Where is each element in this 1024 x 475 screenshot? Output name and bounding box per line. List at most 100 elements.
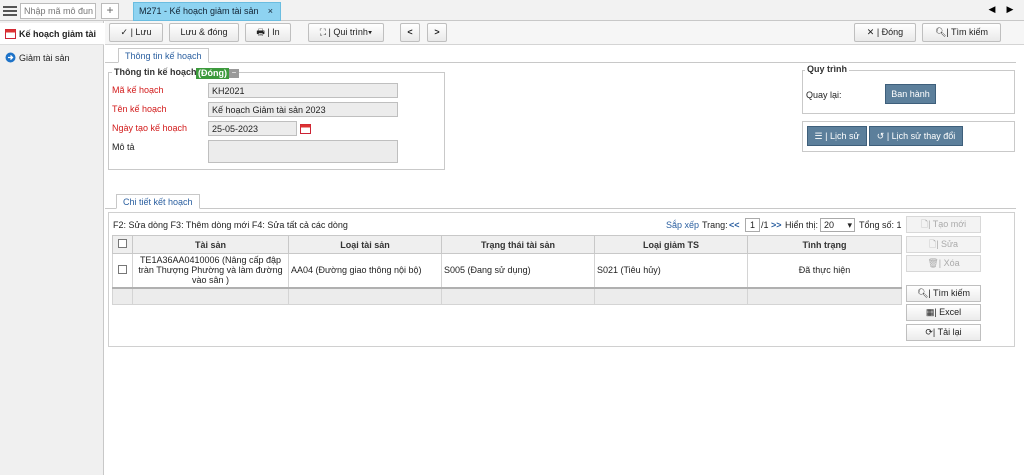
total-count: Tổng số: 1	[859, 220, 902, 230]
col-tinh-trang[interactable]: Tình trạng	[747, 235, 902, 254]
menu-icon[interactable]	[3, 4, 17, 17]
process-icon: ⛶	[319, 27, 327, 37]
select-all-cell	[112, 235, 133, 254]
excel-button[interactable]: ▦| Excel	[906, 304, 981, 321]
sidebar-item-label: Kế hoạch giảm tài	[19, 29, 97, 39]
grid-search-button[interactable]: 🔍︎| Tìm kiếm	[906, 285, 981, 302]
col-loai-giam[interactable]: Loại giảm TS	[594, 235, 748, 254]
sort-link[interactable]: Sắp xếp	[666, 220, 699, 230]
prev-tab-icon[interactable]: ◀	[986, 4, 998, 17]
tab-chi-tiet-ke-hoach[interactable]: Chi tiết kết hoạch	[116, 194, 200, 209]
sidebar-item-ke-hoach-giam-tai[interactable]: Kế hoạch giảm tài	[0, 23, 104, 45]
first-page-link[interactable]: <<	[729, 220, 740, 230]
page-label: Trang:	[702, 220, 728, 230]
sidebar: Kế hoạch giảm tài Giảm tài sản	[0, 21, 104, 475]
cell-loai-tai-san: AA04 (Đường giao thông nội bộ)	[288, 253, 442, 288]
reload-icon: ⟳	[925, 327, 933, 337]
save-close-button[interactable]: Lưu & đóng	[169, 23, 239, 42]
col-trang-thai[interactable]: Trạng thái tài sản	[441, 235, 595, 254]
forward-button[interactable]: >	[427, 23, 447, 42]
process-button[interactable]: ⛶ | Qui trình▾	[308, 23, 384, 42]
tab-divider	[105, 62, 1016, 63]
col-loai-tai-san[interactable]: Loại tài sản	[288, 235, 442, 254]
page-size-value: 20	[824, 220, 835, 230]
publish-button[interactable]: Ban hành	[885, 84, 936, 104]
tab-label: M271 - Kế hoạch giảm tài sản	[139, 6, 259, 16]
reload-label: | Tải lại	[932, 327, 962, 337]
tab-thong-tin-ke-hoach[interactable]: Thông tin kế hoạch	[118, 48, 209, 63]
row-select-cell	[112, 253, 133, 288]
reload-button[interactable]: ⟳| Tải lại	[906, 324, 981, 341]
mo-ta-label: Mô tả	[112, 142, 135, 152]
add-file-icon: 🗋	[920, 219, 929, 229]
filter-cell[interactable]	[288, 286, 442, 305]
page-size-label: Hiển thị:	[785, 220, 819, 230]
search-button[interactable]: 🔍︎| Tìm kiếm	[922, 23, 1001, 42]
filter-row	[112, 286, 902, 305]
close-button[interactable]: ✕ | Đóng	[854, 23, 916, 42]
history-button[interactable]: ☰ | Lịch sử	[807, 126, 867, 146]
ten-ke-hoach-label: Tên kế hoạch	[112, 104, 167, 114]
calendar-picker-icon[interactable]	[300, 123, 311, 134]
ngay-tao-field[interactable]: 25-05-2023	[208, 121, 297, 136]
save-button[interactable]: ✓ | Lưu	[109, 23, 163, 42]
page-total: /1	[761, 220, 769, 230]
add-tab-button[interactable]: +	[101, 3, 119, 19]
change-history-label: | Lịch sử thay đổi	[886, 131, 956, 141]
toolbar: ✓ | Lưu Lưu & đóng 🖶 | In ⛶ | Qui trình▾…	[105, 21, 1024, 45]
plan-info-legend: Thông tin kế hoạch	[112, 67, 199, 77]
calendar-icon	[5, 28, 16, 39]
shortcut-hint: F2: Sửa dòng F3: Thêm dòng mới F4: Sửa t…	[113, 220, 348, 230]
mo-ta-field[interactable]	[208, 140, 398, 163]
cell-tinh-trang: Đã thực hiện	[747, 253, 902, 288]
excel-label: | Excel	[934, 307, 962, 317]
change-history-button[interactable]: ↺ | Lịch sử thay đổi	[869, 126, 963, 146]
page-size-select[interactable]: 20 ▾	[820, 218, 855, 232]
table-header-row: Tài sản Loại tài sản Trạng thái tài sản …	[112, 235, 902, 254]
chevron-down-icon: ▾	[847, 220, 852, 230]
ma-ke-hoach-field[interactable]: KH2021	[208, 83, 398, 98]
sidebar-item-giam-tai-san[interactable]: Giảm tài sản	[0, 47, 104, 69]
tab-m271[interactable]: M271 - Kế hoạch giảm tài sản ×	[133, 2, 281, 21]
table-row[interactable]: TE1A36AA0410006 (Nâng cấp đập tràn Thượn…	[112, 253, 902, 288]
next-tab-icon[interactable]: ▶	[1004, 4, 1016, 17]
create-button[interactable]: 🗋| Tạo mới	[906, 216, 981, 233]
grid-search-label: | Tìm kiếm	[928, 288, 971, 298]
collapse-button[interactable]: −	[229, 69, 239, 78]
cell-tai-san: TE1A36AA0410006 (Nâng cấp đập tràn Thượn…	[132, 253, 289, 288]
top-bar: Nhập mã mô đun + M271 - Kế hoạch giảm tà…	[0, 0, 1024, 21]
search-label: | Tìm kiếm	[946, 27, 989, 37]
edit-label: | Sửa	[936, 239, 959, 249]
create-label: | Tạo mới	[928, 219, 967, 229]
row-checkbox[interactable]	[118, 264, 127, 274]
print-button[interactable]: 🖶 | In	[245, 23, 291, 42]
last-page-link[interactable]: >>	[771, 220, 782, 230]
filter-cell[interactable]	[441, 286, 595, 305]
back-status-label: Quay lại:	[806, 90, 842, 100]
close-icon[interactable]: ×	[268, 6, 273, 16]
filter-cell[interactable]	[747, 286, 902, 305]
sidebar-item-label: Giảm tài sản	[19, 53, 70, 63]
filter-cell[interactable]	[132, 286, 289, 305]
history-label: | Lịch sử	[825, 131, 860, 141]
filter-cell	[112, 286, 133, 305]
search-icon: 🔍︎	[916, 288, 929, 298]
module-search-input[interactable]: Nhập mã mô đun	[20, 3, 96, 19]
page-input[interactable]: 1	[745, 218, 760, 232]
detail-tab-divider	[105, 208, 1016, 209]
ma-ke-hoach-label: Mã kế hoạch	[112, 85, 164, 95]
ten-ke-hoach-field[interactable]: Kế hoạch Giảm tài sản 2023	[208, 102, 398, 117]
back-button[interactable]: <	[400, 23, 420, 42]
delete-button[interactable]: 🗑| Xóa	[906, 255, 981, 272]
print-label: | In	[267, 27, 280, 37]
delete-label: | Xóa	[938, 258, 960, 268]
filter-cell[interactable]	[594, 286, 748, 305]
arrow-right-circle-icon	[5, 52, 16, 63]
select-all-checkbox[interactable]	[118, 239, 127, 248]
col-tai-san[interactable]: Tài sản	[132, 235, 289, 254]
cell-trang-thai: S005 (Đang sử dụng)	[441, 253, 595, 288]
detail-table: Tài sản Loại tài sản Trạng thái tài sản …	[112, 235, 902, 305]
process-legend: Quy trình	[805, 64, 849, 74]
history-icon: ↺	[876, 131, 885, 141]
edit-button[interactable]: 🗋| Sửa	[906, 236, 981, 253]
